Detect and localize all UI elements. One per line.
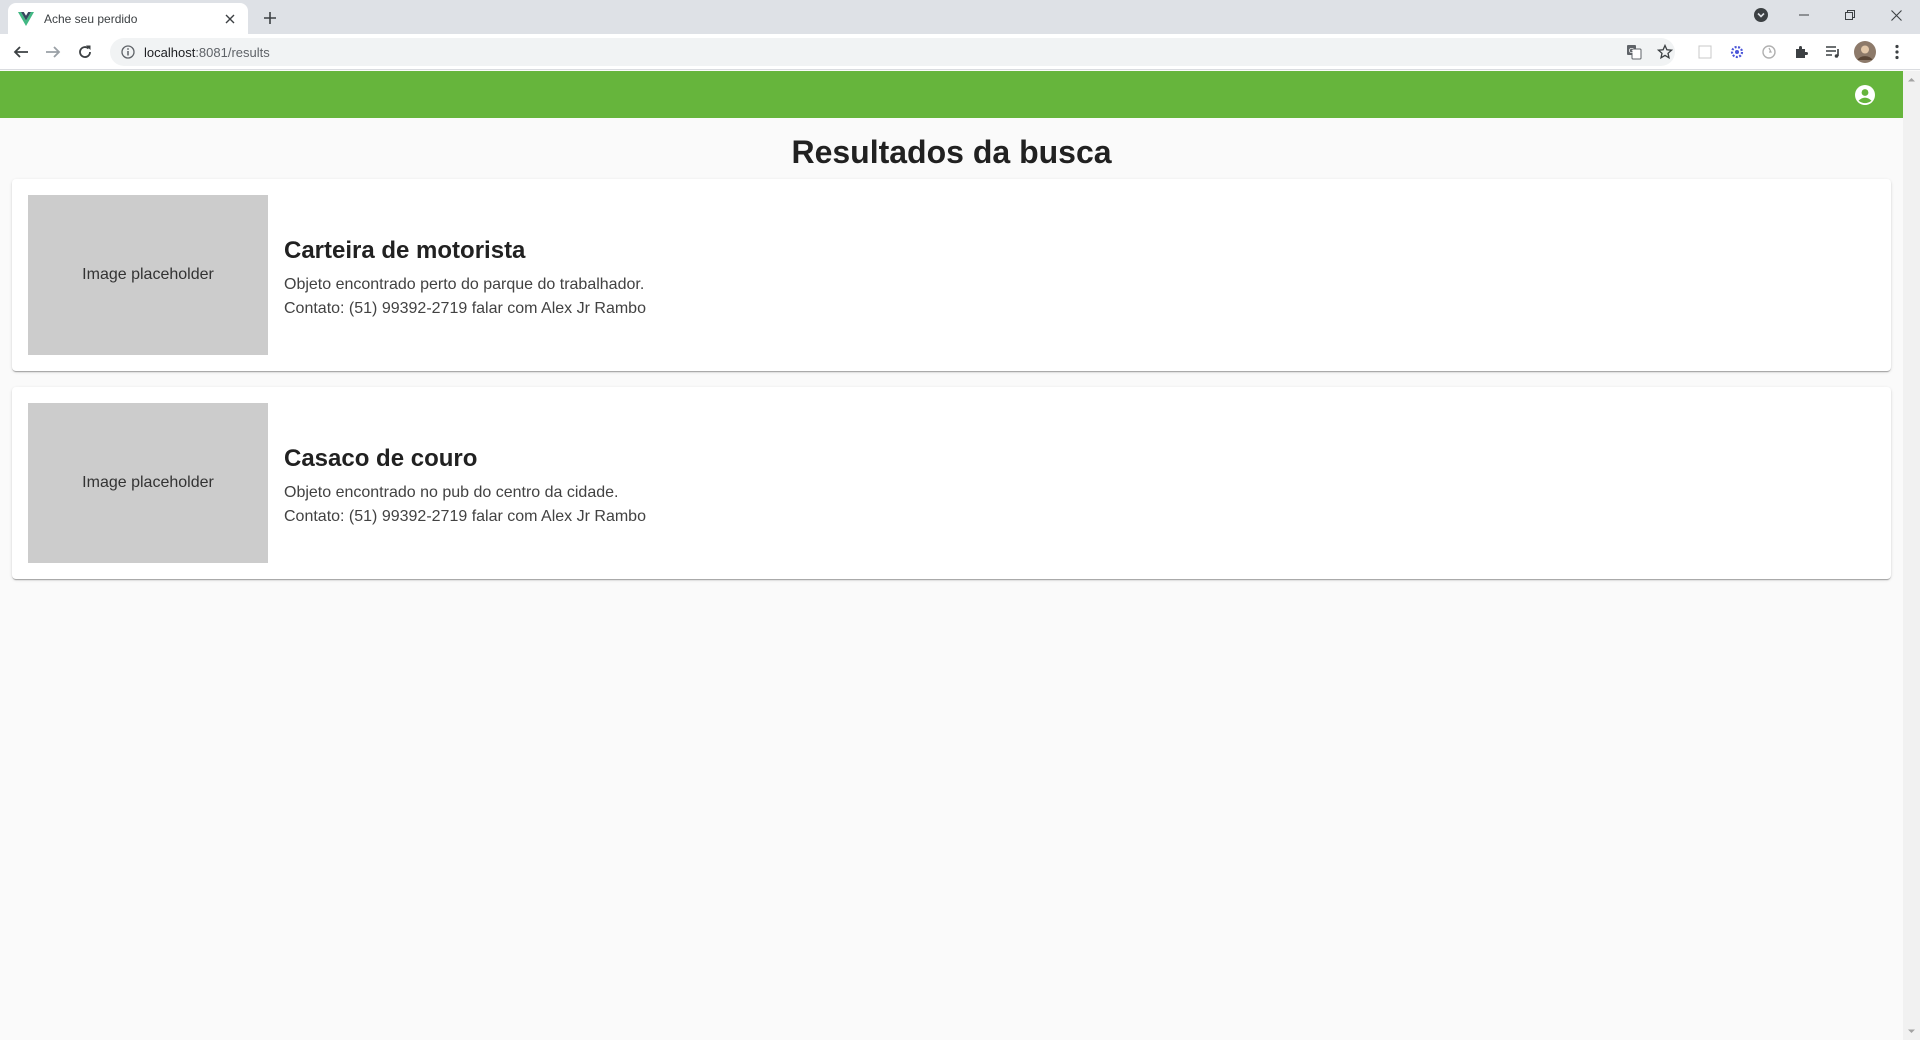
tab-title: Ache seu perdido (44, 11, 138, 26)
translate-icon[interactable]: G (1626, 44, 1642, 60)
close-tab-icon[interactable] (222, 11, 238, 27)
minimize-window-icon[interactable] (1781, 0, 1827, 30)
extension-gear-icon[interactable] (1725, 40, 1749, 64)
profile-avatar[interactable] (1853, 40, 1877, 64)
url-path: :8081/results (195, 44, 270, 60)
media-queue-icon[interactable] (1821, 40, 1845, 64)
result-card-body: Casaco de couro Objeto encontrado no pub… (284, 445, 646, 529)
reload-icon[interactable] (73, 40, 97, 64)
vue-logo-icon (18, 11, 34, 27)
app-bar (0, 71, 1903, 118)
url-host: localhost (144, 44, 196, 60)
scroll-up-arrow-icon[interactable] (1907, 75, 1916, 84)
close-window-icon[interactable] (1873, 0, 1919, 30)
page-title: Resultados da busca (791, 134, 1112, 170)
browser-tab[interactable]: Ache seu perdido (8, 3, 248, 34)
result-card-body: Carteira de motorista Objeto encontrado … (284, 237, 646, 321)
url-text: localhost:8081/results (144, 45, 270, 60)
forward-arrow-icon[interactable] (41, 40, 65, 64)
browser-menu-icon[interactable] (1885, 40, 1909, 64)
extensions-puzzle-icon[interactable] (1789, 40, 1813, 64)
result-card[interactable]: Image placeholder Carteira de motorista … (12, 179, 1891, 371)
scroll-down-arrow-icon[interactable] (1907, 1027, 1916, 1036)
bookmark-star-icon[interactable] (1657, 44, 1673, 60)
browser-toolbar: localhost:8081/results G (0, 34, 1920, 70)
back-arrow-icon[interactable] (9, 40, 33, 64)
browser-tabstrip: Ache seu perdido (0, 0, 1920, 34)
result-contact: Contato: (51) 99392-2719 falar com Alex … (284, 300, 646, 317)
svg-text:G: G (1629, 47, 1634, 55)
result-contact: Contato: (51) 99392-2719 falar com Alex … (284, 508, 646, 525)
result-description: Objeto encontrado perto do parque do tra… (284, 276, 645, 293)
info-icon[interactable] (120, 44, 136, 60)
result-description: Objeto encontrado no pub do centro da ci… (284, 484, 619, 501)
page-scrollbar[interactable] (1903, 71, 1920, 1040)
new-tab-button[interactable] (258, 6, 282, 30)
account-circle-icon[interactable] (1853, 83, 1877, 107)
result-title: Casaco de couro (284, 445, 478, 472)
address-bar[interactable]: localhost:8081/results G (110, 38, 1675, 66)
image-placeholder: Image placeholder (28, 403, 268, 563)
result-title: Carteira de motorista (284, 237, 526, 264)
extension-circle-icon[interactable] (1757, 40, 1781, 64)
result-card[interactable]: Image placeholder Casaco de couro Objeto… (12, 387, 1891, 579)
tab-search-button[interactable] (1738, 0, 1784, 30)
extension-blank-icon[interactable] (1693, 40, 1717, 64)
restore-window-icon[interactable] (1827, 0, 1873, 30)
image-placeholder: Image placeholder (28, 195, 268, 355)
